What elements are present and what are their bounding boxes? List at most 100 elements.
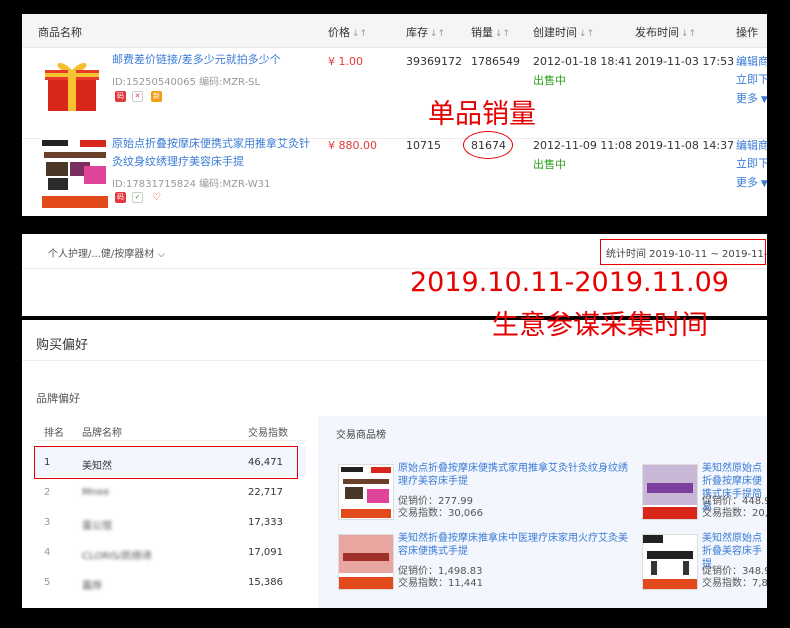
brand-name: CLORIS/凯络诗 — [82, 551, 152, 562]
trade-index: 交易指数：7,8 — [702, 578, 767, 589]
header-created[interactable]: 创建时间 ↓↑ — [533, 24, 594, 40]
status-badge: 出售中 — [533, 74, 566, 87]
tag-icon: 码 — [115, 192, 126, 203]
header-price[interactable]: 价格 ↓↑ — [328, 24, 367, 40]
product-thumbnail-icon — [42, 140, 108, 208]
rank-value: 4 — [44, 547, 51, 558]
brand-row[interactable]: 4 CLORIS/凯络诗 17,091 — [34, 538, 306, 568]
product-ranking-title: 交易商品榜 — [336, 430, 386, 441]
index-value: 15,386 — [248, 577, 283, 588]
rank-value: 5 — [44, 577, 51, 588]
annotation-collect-time: 生意参谋采集时间 — [492, 310, 708, 341]
promo-price: 促销价：277.99 — [398, 496, 473, 507]
more-link[interactable]: 更多 ▼ — [736, 173, 767, 194]
brand-row[interactable]: 3 蛋公馆 17,333 — [34, 508, 306, 538]
promo-price: 促销价：448.9 — [702, 496, 767, 507]
promo-price: 促销价：1,498.83 — [398, 566, 483, 577]
product-title-link[interactable]: 美知然折叠按摩床推拿床中医理疗床家用火疗艾灸美容床便携式手提 — [398, 532, 628, 558]
edit-link[interactable]: 编辑商 — [736, 136, 767, 156]
product-image[interactable] — [338, 464, 394, 520]
header-index: 交易指数 — [248, 428, 288, 439]
product-card[interactable]: 原始点折叠按摩床便携式家用推拿艾灸针灸纹身纹绣理疗美容床手提 促销价：277.9… — [338, 462, 638, 539]
stock-value: 39369172 — [406, 55, 462, 68]
new-tag-icon: 新 — [151, 91, 162, 102]
header-actions: 操作 — [736, 26, 758, 39]
trade-index: 交易指数：20,1 — [702, 508, 767, 519]
header-product: 商品名称 — [38, 26, 82, 39]
price-value: ¥ 1.00 — [328, 55, 363, 68]
top-brand-highlight — [34, 446, 298, 479]
stat-time: 统计时间 2019-10-11 ~ 2019-11-09 — [606, 249, 767, 260]
mobile-icon: ✕ — [132, 91, 143, 102]
header-published[interactable]: 发布时间 ↓↑ — [635, 24, 696, 40]
brand-name: 蛋公馆 — [82, 521, 112, 532]
stock-value: 10715 — [406, 139, 441, 152]
product-image[interactable] — [338, 534, 394, 590]
index-value: 17,091 — [248, 547, 283, 558]
product-ranking-panel: 交易商品榜 原始点折叠按摩床便携式家用推拿艾灸针灸纹身纹绣理疗美容床手提 促销价… — [318, 416, 767, 608]
sort-icon[interactable]: ↓↑ — [579, 29, 594, 39]
category-dropdown[interactable]: 个人护理/...健/按摩器材 ⌵ — [48, 245, 165, 260]
product-image[interactable] — [642, 464, 698, 520]
annotation-single-sales: 单品销量 — [428, 99, 536, 130]
massage-bed-image[interactable] — [40, 138, 110, 210]
product-title-link[interactable]: 原始点折叠按摩床便携式家用推拿艾灸针灸纹身纹绣理疗美容床手提 — [398, 462, 628, 488]
brand-row[interactable]: 2 Mnee 22,717 — [34, 478, 306, 508]
tag-icon: 码 — [115, 91, 126, 102]
more-link[interactable]: 更多 ▼ — [736, 89, 767, 110]
table-header: 商品名称 价格 ↓↑ 库存 ↓↑ 销量 ↓↑ 创建时间 ↓↑ 发布时间 ↓↑ 操作 — [22, 14, 767, 48]
sort-icon[interactable]: ↓↑ — [681, 29, 696, 39]
mobile-check-icon: ✓ — [132, 192, 143, 203]
sort-icon[interactable]: ↓↑ — [495, 29, 510, 39]
product-card[interactable]: 美知然原始点折叠按摩床便携式床手提简易 促销价：448.9 交易指数：20,1 — [642, 463, 767, 539]
sort-icon[interactable]: ↓↑ — [430, 29, 445, 39]
index-value: 17,333 — [248, 517, 283, 528]
header-sales[interactable]: 销量 ↓↑ — [471, 24, 510, 40]
brand-name: 嘉烨 — [82, 581, 102, 592]
product-image[interactable] — [642, 534, 698, 590]
section-title: 购买偏好 — [36, 338, 89, 353]
delist-link[interactable]: 立即下 — [736, 70, 767, 90]
gift-box-image[interactable] — [42, 55, 102, 115]
published-value: 2019-11-08 14:37 — [635, 139, 735, 152]
annotation-date-range: 2019.10.11-2019.11.09 — [410, 267, 729, 298]
rank-value: 2 — [44, 487, 51, 498]
price-value: ¥ 880.00 — [328, 139, 377, 152]
index-value: 22,717 — [248, 487, 283, 498]
brand-row[interactable]: 5 嘉烨 15,386 — [34, 568, 306, 598]
brand-pref-label: 品牌偏好 — [36, 392, 80, 405]
purchase-preference-panel: 购买偏好 品牌偏好 排名 品牌名称 交易指数 1 美知然 46,471 2 Mn… — [22, 320, 767, 608]
published-value: 2019-11-03 17:53 — [635, 55, 735, 68]
sort-icon[interactable]: ↓↑ — [352, 29, 367, 39]
heart-icon: ♡ — [151, 192, 162, 203]
product-title-link[interactable]: 原始点折叠按摩床便携式家用推拿艾灸针灸纹身纹绣理疗美容床手提 — [112, 135, 317, 171]
sales-highlight-circle — [463, 131, 513, 159]
rank-value: 3 — [44, 517, 51, 528]
created-value: 2012-01-18 18:41 — [533, 55, 633, 68]
product-meta: ID:15250540065 编码:MZR-SL — [112, 77, 261, 88]
brand-name: Mnee — [82, 487, 110, 498]
table-row: 原始点折叠按摩床便携式家用推拿艾灸针灸纹身纹绣理疗美容床手提 ID:178317… — [22, 131, 767, 216]
created-value: 2012-11-09 11:08 — [533, 139, 633, 152]
product-card[interactable]: 美知然折叠按摩床推拿床中医理疗床家用火疗艾灸美容床便携式手提 促销价：1,498… — [338, 532, 638, 608]
table-row: 邮费差价链接/差多少元就拍多少个 ID:15250540065 编码:MZR-S… — [22, 48, 767, 139]
product-thumbnail-icon — [643, 465, 697, 519]
brand-table-header: 排名 品牌名称 交易指数 — [34, 418, 306, 441]
gift-box-icon — [45, 62, 99, 111]
product-card[interactable]: 美知然原始点折叠美容床手提 促销价：348.9 交易指数：7,8 — [642, 533, 767, 608]
promo-price: 促销价：348.9 — [702, 566, 767, 577]
header-stock[interactable]: 库存 ↓↑ — [406, 24, 445, 40]
delist-link[interactable]: 立即下 — [736, 154, 767, 174]
chevron-down-icon: ▼ — [758, 95, 767, 105]
sales-value: 1786549 — [471, 55, 520, 68]
header-rank: 排名 — [44, 428, 64, 439]
chevron-down-icon: ▼ — [758, 179, 767, 189]
status-badge: 出售中 — [533, 158, 566, 171]
chevron-down-icon: ⌵ — [154, 249, 166, 260]
edit-link[interactable]: 编辑商 — [736, 52, 767, 72]
product-meta: ID:17831715824 编码:MZR-W31 — [112, 179, 271, 190]
trade-index: 交易指数：11,441 — [398, 578, 483, 589]
product-thumbnail-icon — [643, 535, 697, 589]
divider — [22, 360, 767, 361]
product-title-link[interactable]: 邮费差价链接/差多少元就拍多少个 — [112, 51, 312, 69]
